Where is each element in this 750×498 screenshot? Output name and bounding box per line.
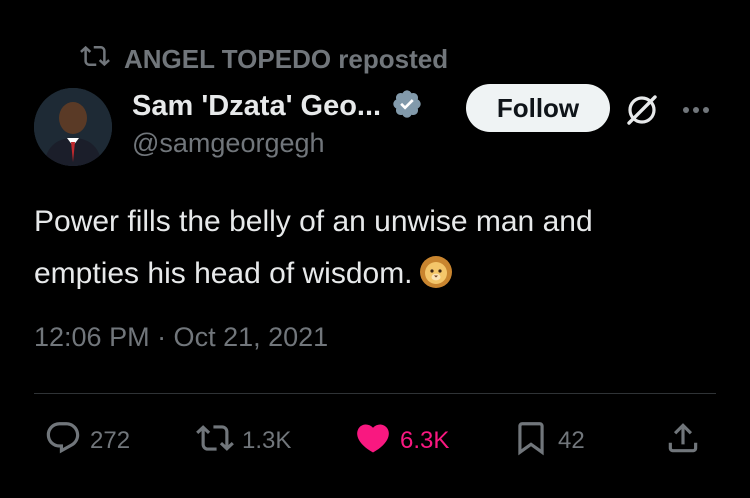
like-button[interactable]: 6.3K (354, 416, 449, 466)
tweet-text-line-1: Power fills the belly of an unwise man a… (34, 205, 593, 238)
like-count: 6.3K (400, 427, 450, 454)
avatar[interactable] (34, 88, 112, 166)
tweet-text-line-2: empties his head of wisdom. (34, 248, 714, 300)
repost-action-icon (196, 419, 234, 464)
repost-icon (78, 41, 112, 78)
more-options-icon[interactable] (676, 90, 716, 130)
bookmark-button[interactable]: 42 (512, 416, 585, 466)
tweet-actions-bar: 272 1.3K 6.3K 42 (0, 416, 750, 466)
grok-icon[interactable] (622, 90, 662, 130)
tweet-text-line-2-text: empties his head of wisdom. (34, 257, 413, 290)
repost-header[interactable]: ANGEL TOPEDO reposted (78, 42, 448, 76)
repost-button[interactable]: 1.3K (196, 416, 291, 466)
author-display-name[interactable]: Sam 'Dzata' Geo... (132, 90, 381, 123)
repost-text: ANGEL TOPEDO reposted (124, 43, 449, 74)
author-handle[interactable]: @samgeorgegh (132, 128, 325, 159)
heart-icon (354, 419, 392, 464)
reply-count: 272 (90, 427, 131, 454)
verified-badge-icon (391, 88, 423, 125)
repost-count: 1.3K (242, 427, 292, 454)
share-icon (664, 419, 702, 464)
share-button[interactable] (664, 416, 702, 466)
follow-button[interactable]: Follow (466, 84, 610, 132)
author-name-row[interactable]: Sam 'Dzata' Geo... (132, 86, 423, 126)
tweet-timestamp[interactable]: 12:06 PM · Oct 21, 2021 (34, 322, 328, 353)
tweet-text: Power fills the belly of an unwise man a… (34, 196, 714, 300)
bookmark-icon (512, 419, 550, 464)
bookmark-count: 42 (558, 427, 585, 454)
reply-icon (44, 419, 82, 464)
lion-face-emoji (419, 254, 453, 288)
divider (34, 393, 716, 394)
reply-button[interactable]: 272 (44, 416, 130, 466)
